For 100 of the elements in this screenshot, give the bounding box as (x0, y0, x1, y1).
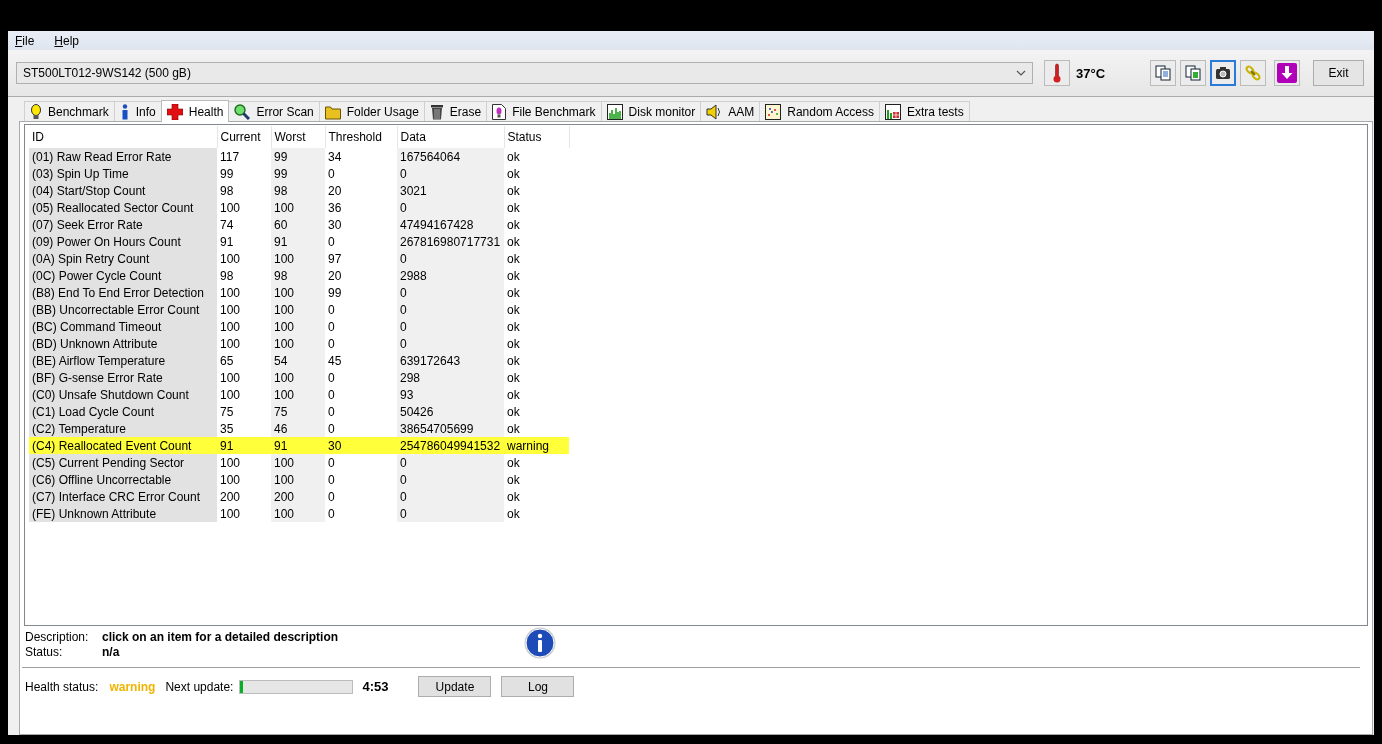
table-row[interactable]: (BD) Unknown Attribute 100 100 0 0 ok (29, 335, 569, 352)
table-cell: (BC) Command Timeout (29, 318, 217, 335)
menu-item[interactable]: File (15, 33, 35, 48)
table-row[interactable]: (04) Start/Stop Count 98 98 20 3021 ok (29, 182, 569, 199)
table-row[interactable]: (C6) Offline Uncorrectable 100 100 0 0 ok (29, 471, 569, 488)
table-row[interactable]: (BB) Uncorrectable Error Count 100 100 0 0 ok (29, 301, 569, 318)
table-row[interactable]: (C4) Reallocated Event Count 91 91 30 254786049941532 warning (29, 437, 569, 454)
table-cell: (0C) Power Cycle Count (29, 267, 217, 284)
table-cell: 45 (325, 352, 397, 369)
column-header[interactable]: Current (217, 126, 271, 148)
table-cell: 0 (325, 369, 397, 386)
next-update-label: Next update: (165, 679, 234, 694)
table-cell: 93 (397, 386, 504, 403)
toolbar-button[interactable] (1274, 60, 1301, 86)
tab[interactable]: File Benchmark (486, 101, 602, 121)
table-cell: 38654705699 (397, 420, 504, 437)
thermometer-button[interactable] (1044, 60, 1070, 86)
thermometer-icon (1053, 63, 1061, 83)
table-cell: (C2) Temperature (29, 420, 217, 437)
table-cell: 100 (271, 199, 325, 216)
table-row[interactable]: (B8) End To End Error Detection 100 100 99 0 ok (29, 284, 569, 301)
tab[interactable]: Info (113, 101, 162, 121)
table-cell: (FE) Unknown Attribute (29, 505, 217, 522)
tab[interactable]: AAM (700, 101, 761, 121)
table-cell: ok (504, 148, 569, 165)
table-cell: ok (504, 182, 569, 199)
tab[interactable]: Health (160, 100, 230, 122)
table-cell: (BB) Uncorrectable Error Count (29, 301, 217, 318)
table-cell: 20 (325, 182, 397, 199)
toolbar-button[interactable] (1210, 60, 1237, 86)
column-header[interactable]: Status (504, 126, 569, 148)
table-cell: ok (504, 301, 569, 318)
table-cell: 167564064 (397, 148, 504, 165)
table-row[interactable]: (01) Raw Read Error Rate 117 99 34 167564064 ok (29, 148, 569, 165)
table-row[interactable]: (BC) Command Timeout 100 100 0 0 ok (29, 318, 569, 335)
table-cell: 75 (271, 403, 325, 420)
table-cell: ok (504, 284, 569, 301)
tab[interactable]: Extra tests (878, 101, 970, 121)
table-cell: 54 (271, 352, 325, 369)
tab[interactable]: Random Access (759, 101, 880, 121)
table-cell: 98 (217, 182, 271, 199)
table-row[interactable]: (C7) Interface CRC Error Count 200 200 0 0 ok (29, 488, 569, 505)
update-button[interactable]: Update (418, 676, 492, 697)
table-cell: 100 (217, 386, 271, 403)
table-cell: 100 (217, 301, 271, 318)
table-cell: 0 (397, 488, 504, 505)
table-row[interactable]: (05) Reallocated Sector Count 100 100 36 0 ok (29, 199, 569, 216)
table-row[interactable]: (C0) Unsafe Shutdown Count 100 100 0 93 ok (29, 386, 569, 403)
table-cell: 100 (217, 471, 271, 488)
column-header[interactable]: Threshold (325, 126, 397, 148)
table-cell: ok (504, 165, 569, 182)
chevron-down-icon (1016, 70, 1026, 76)
table-cell: ok (504, 233, 569, 250)
log-button[interactable]: Log (501, 676, 575, 697)
table-cell: ok (504, 369, 569, 386)
table-cell: 60 (271, 216, 325, 233)
table-row[interactable]: (0C) Power Cycle Count 98 98 20 2988 ok (29, 267, 569, 284)
table-row[interactable]: (FE) Unknown Attribute 100 100 0 0 ok (29, 505, 569, 522)
table-row[interactable]: (09) Power On Hours Count 91 91 0 267816980717731 ok (29, 233, 569, 250)
table-cell: 34 (325, 148, 397, 165)
table-row[interactable]: (BE) Airflow Temperature 65 54 45 639172643 ok (29, 352, 569, 369)
tab[interactable]: Disk monitor (600, 101, 702, 121)
exit-button[interactable]: Exit (1313, 60, 1365, 86)
table-cell: (C0) Unsafe Shutdown Count (29, 386, 217, 403)
table-row[interactable]: (C2) Temperature 35 46 0 38654705699 ok (29, 420, 569, 437)
table-cell: 100 (271, 301, 325, 318)
table-cell: 100 (217, 505, 271, 522)
table-row[interactable]: (C5) Current Pending Sector 100 100 0 0 ok (29, 454, 569, 471)
table-cell: 267816980717731 (397, 233, 504, 250)
description-label: Description: (25, 630, 90, 644)
table-cell: 100 (217, 199, 271, 216)
tab[interactable]: Erase (423, 101, 488, 121)
table-cell: 46 (271, 420, 325, 437)
table-cell: 47494167428 (397, 216, 504, 233)
table-cell: 30 (325, 437, 397, 454)
table-cell: 65 (217, 352, 271, 369)
chain-link-icon (1245, 65, 1262, 81)
table-row[interactable]: (07) Seek Error Rate 74 60 30 47494167428 ok (29, 216, 569, 233)
menu-item[interactable]: Help (54, 33, 80, 48)
table-cell: 0 (325, 335, 397, 352)
table-cell: ok (504, 267, 569, 284)
table-cell: 100 (217, 318, 271, 335)
table-cell: 99 (271, 165, 325, 182)
drive-dropdown[interactable]: ST500LT012-9WS142 (500 gB) (16, 62, 1033, 84)
table-row[interactable]: (C1) Load Cycle Count 75 75 0 50426 ok (29, 403, 569, 420)
table-row[interactable]: (0A) Spin Retry Count 100 100 97 0 ok (29, 250, 569, 267)
table-row[interactable]: (03) Spin Up Time 99 99 0 0 ok (29, 165, 569, 182)
table-row[interactable]: (BF) G-sense Error Rate 100 100 0 298 ok (29, 369, 569, 386)
table-cell: (B8) End To End Error Detection (29, 284, 217, 301)
table-cell: 74 (217, 216, 271, 233)
table-cell: 97 (325, 250, 397, 267)
tab[interactable]: Benchmark (24, 101, 115, 121)
copy-icon (1155, 65, 1172, 81)
table-cell: 100 (271, 335, 325, 352)
table-cell: 91 (217, 437, 271, 454)
tab[interactable]: Error Scan (228, 101, 320, 121)
table-cell: 0 (325, 233, 397, 250)
tab[interactable]: Folder Usage (318, 101, 425, 121)
table-cell: 0 (397, 199, 504, 216)
table-cell: 0 (325, 318, 397, 335)
